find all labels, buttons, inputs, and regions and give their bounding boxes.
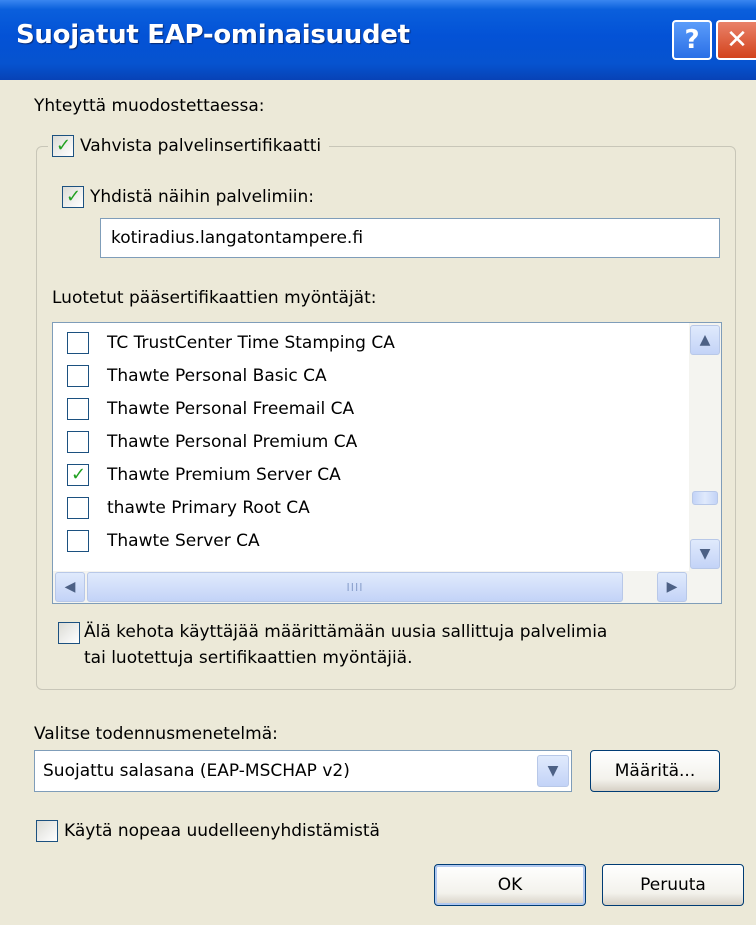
trusted-ca-list[interactable]: TC TrustCenter Time Stamping CA Thawte P… [52,322,722,604]
dont-prompt-row[interactable]: Älä kehota käyttäjää määrittämään uusia … [58,622,607,671]
vertical-scrollbar[interactable]: ▲ ▼ [689,323,721,573]
help-button[interactable]: ? [672,20,712,60]
fast-reconnect-label: Käytä nopeaa uudelleenyhdistämistä [64,821,380,841]
list-item-checkbox[interactable]: ✓ [67,464,89,486]
grip-icon: IIII [346,580,364,594]
list-item[interactable]: Thawte Personal Freemail CA [67,393,354,425]
list-item[interactable]: TC TrustCenter Time Stamping CA [67,327,395,359]
horizontal-scroll-thumb[interactable]: IIII [87,572,623,602]
dialog-window: Suojatut EAP-ominaisuudet ? ✕ Yhteyttä m… [0,0,756,925]
cancel-button[interactable]: Peruuta [602,864,744,906]
help-icon: ? [684,25,700,55]
server-names-field[interactable] [100,218,720,258]
list-item-label: Thawte Premium Server CA [107,465,341,485]
auth-method-label: Valitse todennusmenetelmä: [34,724,278,744]
connect-servers-label: Yhdistä näihin palvelimiin: [90,187,315,207]
list-item[interactable]: thawte Primary Root CA [67,492,310,524]
close-button[interactable]: ✕ [716,20,756,60]
list-item-label: Thawte Server CA [107,531,260,551]
list-item-label: thawte Primary Root CA [107,498,310,518]
checkmark-icon: ✓ [66,186,82,207]
list-item-label: Thawte Personal Basic CA [107,366,327,386]
list-item-label: Thawte Personal Freemail CA [107,399,355,419]
verify-cert-row[interactable]: ✓ Vahvista palvelinsertifikaatti [48,132,330,160]
fast-reconnect-row[interactable]: Käytä nopeaa uudelleenyhdistämistä [36,820,380,842]
chevron-up-icon: ▲ [699,332,711,348]
verify-cert-label: Vahvista palvelinsertifikaatti [80,136,322,156]
list-item-checkbox[interactable] [67,398,89,420]
scroll-up-button[interactable]: ▲ [690,325,720,355]
list-item-checkbox[interactable] [67,365,89,387]
close-icon: ✕ [726,25,748,55]
list-item-checkbox[interactable] [67,530,89,552]
verify-cert-checkbox[interactable]: ✓ [52,135,74,157]
chevron-down-icon: ▼ [699,546,711,562]
list-item[interactable]: Thawte Server CA [67,525,260,557]
connect-servers-checkbox[interactable]: ✓ [62,186,84,208]
dropdown-button[interactable]: ▼ [537,755,569,787]
dont-prompt-text: Älä kehota käyttäjää määrittämään uusia … [84,619,607,671]
list-item[interactable]: ✓ Thawte Premium Server CA [67,459,341,491]
trusted-ca-label: Luotetut pääsertifikaattien myöntäjät: [52,288,377,308]
scroll-left-button[interactable]: ◀ [55,572,85,602]
scroll-right-button[interactable]: ▶ [657,572,687,602]
dont-prompt-line-2: tai luotettuja sertifikaattien myöntäjiä… [84,648,413,668]
list-item-label: Thawte Personal Premium CA [107,432,358,452]
connect-label: Yhteyttä muodostettaessa: [34,96,265,116]
dont-prompt-checkbox[interactable] [58,622,80,644]
horizontal-scrollbar[interactable]: ◀ IIII ▶ [53,571,721,603]
title-bar[interactable]: Suojatut EAP-ominaisuudet ? ✕ [0,0,756,80]
chevron-down-icon: ▼ [547,763,559,779]
window-title: Suojatut EAP-ominaisuudet [16,20,410,50]
configure-button[interactable]: Määritä... [590,750,720,792]
fast-reconnect-checkbox[interactable] [36,820,58,842]
list-item-checkbox[interactable] [67,332,89,354]
checkmark-icon: ✓ [71,464,87,485]
chevron-right-icon: ▶ [666,579,678,595]
list-item[interactable]: Thawte Personal Premium CA [67,426,357,458]
list-item-checkbox[interactable] [67,431,89,453]
auth-method-select[interactable]: Suojattu salasana (EAP-MSCHAP v2) ▼ [34,750,572,792]
dont-prompt-line-1: Älä kehota käyttäjää määrittämään uusia … [84,622,608,642]
scroll-down-button[interactable]: ▼ [690,539,720,569]
checkmark-icon: ✓ [56,135,72,156]
auth-method-value: Suojattu salasana (EAP-MSCHAP v2) [43,761,350,781]
ok-button[interactable]: OK [434,864,586,906]
vertical-scroll-thumb[interactable] [692,491,718,505]
connect-servers-row[interactable]: ✓ Yhdistä näihin palvelimiin: [62,186,314,208]
list-item-checkbox[interactable] [67,497,89,519]
list-item-label: TC TrustCenter Time Stamping CA [107,333,395,353]
chevron-left-icon: ◀ [64,579,76,595]
list-item[interactable]: Thawte Personal Basic CA [67,360,327,392]
server-names-input[interactable] [101,219,719,257]
